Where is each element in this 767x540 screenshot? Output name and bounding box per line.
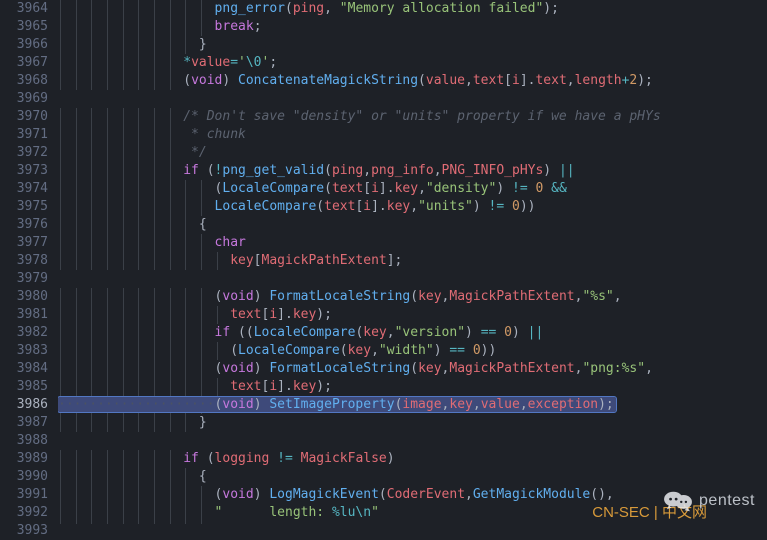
code-line[interactable]: (LocaleCompare(key,"width") == 0)) [58, 342, 767, 360]
line-number: 3989 [6, 450, 48, 468]
code-line[interactable]: char [58, 234, 767, 252]
line-number: 3967 [6, 54, 48, 72]
line-number: 3969 [6, 90, 48, 108]
code-line[interactable]: { [58, 216, 767, 234]
code-line[interactable]: if ((LocaleCompare(key,"version") == 0) … [58, 324, 767, 342]
code-line[interactable] [58, 432, 767, 450]
code-line[interactable]: ····················(void) SetImagePrope… [58, 396, 767, 414]
code-line[interactable]: (void) FormatLocaleString(key,MagickPath… [58, 360, 767, 378]
line-number: 3968 [6, 72, 48, 90]
line-number: 3966 [6, 36, 48, 54]
code-line[interactable] [58, 270, 767, 288]
line-number: 3982 [6, 324, 48, 342]
line-number: 3977 [6, 234, 48, 252]
code-line[interactable]: if (logging != MagickFalse) [58, 450, 767, 468]
code-line[interactable]: key[MagickPathExtent]; [58, 252, 767, 270]
code-line[interactable]: (void) ConcatenateMagickString(value,tex… [58, 72, 767, 90]
code-line[interactable]: { [58, 468, 767, 486]
code-line[interactable]: (LocaleCompare(text[i].key,"density") !=… [58, 180, 767, 198]
line-number: 3974 [6, 180, 48, 198]
code-line[interactable]: (void) FormatLocaleString(key,MagickPath… [58, 288, 767, 306]
line-number: 3985 [6, 378, 48, 396]
code-line[interactable]: LocaleCompare(text[i].key,"units") != 0)… [58, 198, 767, 216]
line-number: 3965 [6, 18, 48, 36]
code-line[interactable]: text[i].key); [58, 378, 767, 396]
line-number: 3988 [6, 432, 48, 450]
line-number: 3964 [6, 0, 48, 18]
line-number: 3993 [6, 522, 48, 540]
code-line[interactable]: text[i].key); [58, 306, 767, 324]
line-number: 3976 [6, 216, 48, 234]
line-number-gutter: 3964396539663967396839693970397139723973… [0, 0, 58, 524]
line-number: 3973 [6, 162, 48, 180]
code-line[interactable]: (void) LogMagickEvent(CoderEvent,GetMagi… [58, 486, 767, 504]
line-number: 3981 [6, 306, 48, 324]
code-area[interactable]: png_error(ping, "Memory allocation faile… [58, 0, 767, 524]
line-number: 3990 [6, 468, 48, 486]
code-editor[interactable]: 3964396539663967396839693970397139723973… [0, 0, 767, 524]
line-number: 3980 [6, 288, 48, 306]
line-number: 3986 [6, 396, 48, 414]
line-number: 3975 [6, 198, 48, 216]
line-number: 3991 [6, 486, 48, 504]
code-line[interactable] [58, 90, 767, 108]
code-line[interactable]: *value='\0'; [58, 54, 767, 72]
line-number: 3984 [6, 360, 48, 378]
code-line[interactable]: */ [58, 144, 767, 162]
line-number: 3979 [6, 270, 48, 288]
line-number: 3983 [6, 342, 48, 360]
code-line[interactable]: } [58, 414, 767, 432]
code-line[interactable]: png_error(ping, "Memory allocation faile… [58, 0, 767, 18]
code-line[interactable]: break; [58, 18, 767, 36]
code-line[interactable]: } [58, 36, 767, 54]
line-number: 3992 [6, 504, 48, 522]
code-line[interactable]: if (!png_get_valid(ping,png_info,PNG_INF… [58, 162, 767, 180]
line-number: 3971 [6, 126, 48, 144]
line-number: 3978 [6, 252, 48, 270]
line-number: 3972 [6, 144, 48, 162]
code-line[interactable]: /* Don't save "density" or "units" prope… [58, 108, 767, 126]
line-number: 3970 [6, 108, 48, 126]
code-line[interactable]: * chunk [58, 126, 767, 144]
line-number: 3987 [6, 414, 48, 432]
code-line[interactable]: " length: %lu\n" [58, 504, 767, 522]
